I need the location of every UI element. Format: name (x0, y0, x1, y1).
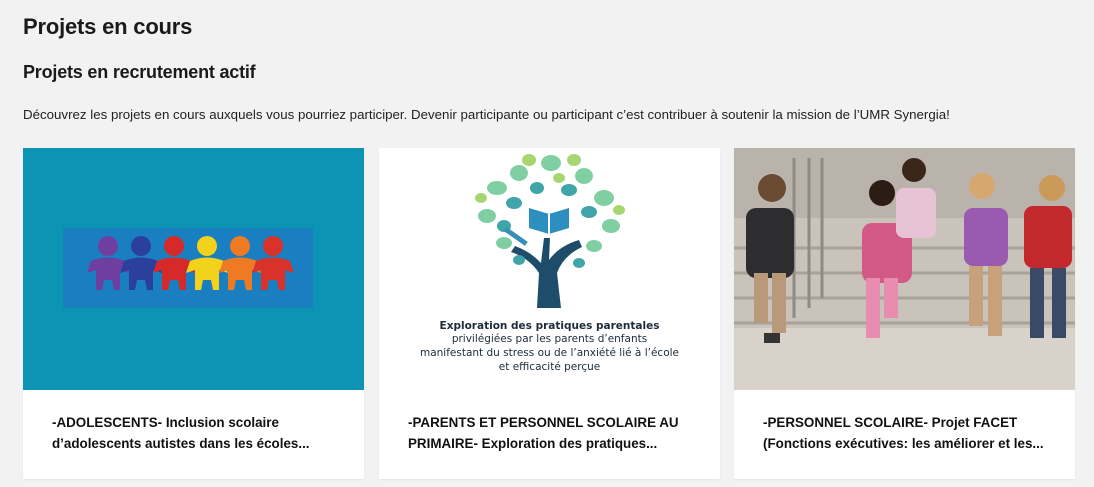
children-running-to-school-photo (734, 148, 1075, 390)
section-title: Projets en recrutement actif (23, 62, 256, 82)
project-thumbnail (734, 148, 1075, 390)
project-title[interactable]: -PERSONNEL SCOLAIRE- Projet FACET (Fonct… (763, 412, 1053, 454)
project-card-personnel[interactable]: -PERSONNEL SCOLAIRE- Projet FACET (Fonct… (734, 148, 1075, 479)
project-title[interactable]: -PARENTS ET PERSONNEL SCOLAIRE AU PRIMAI… (408, 412, 698, 454)
project-thumbnail: Exploration des pratiques parentales pri… (379, 148, 720, 390)
logo-caption: Exploration des pratiques parentales pri… (419, 320, 679, 373)
project-thumbnail (23, 148, 364, 390)
page-title: Projets en cours (23, 14, 193, 39)
tree-hand-book-logo (475, 154, 625, 308)
project-card-parents[interactable]: Exploration des pratiques parentales pri… (379, 148, 720, 479)
children-silhouettes-illustration (63, 228, 313, 308)
intro-text: Découvrez les projets en cours auxquels … (23, 107, 950, 122)
project-card-adolescents[interactable]: -ADOLESCENTS- Inclusion scolaire d’adole… (23, 148, 364, 479)
project-title[interactable]: -ADOLESCENTS- Inclusion scolaire d’adole… (52, 412, 342, 454)
